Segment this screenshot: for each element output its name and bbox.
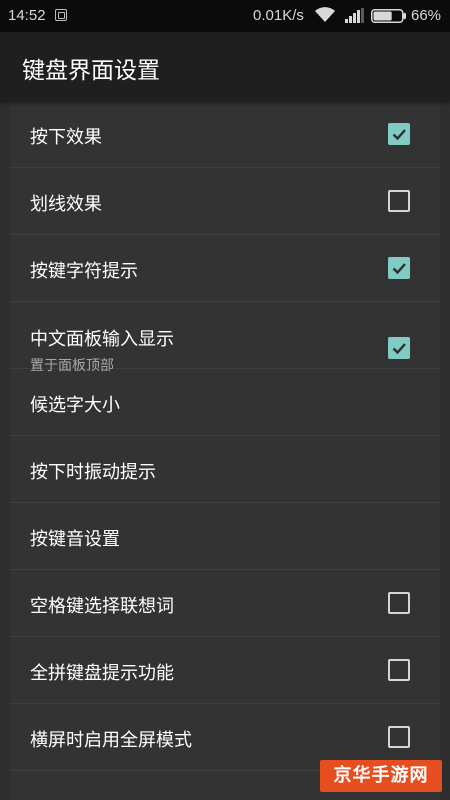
setting-space-select-prediction[interactable]: 空格键选择联想词 [10, 570, 440, 637]
space-select-prediction-checkbox[interactable] [388, 592, 410, 614]
status-bar: 14:52 0.01K/s 66% [0, 0, 450, 32]
setting-label: 横屏时启用全屏模式 [30, 730, 192, 751]
setting-label: 按键字符提示 [30, 261, 138, 282]
setting-vibration-hint[interactable]: 按下时振动提示 [10, 436, 440, 503]
signal-icon [345, 8, 365, 27]
full-pinyin-hint-checkbox[interactable] [388, 659, 410, 681]
landscape-fullscreen-checkbox[interactable] [388, 726, 410, 748]
setting-label: 中文面板输入显示 [30, 329, 174, 350]
key-char-hint-checkbox[interactable] [388, 257, 410, 279]
setting-label: 按下效果 [30, 127, 102, 148]
setting-candidate-size[interactable]: 候选字大小 [10, 369, 440, 436]
swipe-effect-checkbox[interactable] [388, 190, 410, 212]
setting-chinese-panel-display[interactable]: 中文面板输入显示 置于面板顶部 [10, 302, 440, 374]
press-effect-checkbox[interactable] [388, 123, 410, 145]
battery-percent: 66% [411, 7, 442, 24]
screenshot-notification-icon [55, 9, 67, 21]
setting-key-char-hint[interactable]: 按键字符提示 [10, 235, 440, 302]
setting-label: 划线效果 [30, 194, 102, 215]
setting-swipe-effect[interactable]: 划线效果 [10, 168, 440, 235]
setting-label: 按键音设置 [30, 529, 120, 550]
checkmark-icon [392, 343, 406, 355]
settings-list[interactable]: 按下效果 划线效果 按键字符提示 中文面板输入显示 置于面板顶部 候选字大小 按… [10, 101, 440, 800]
setting-key-sound[interactable]: 按键音设置 [10, 503, 440, 570]
checkmark-icon [392, 263, 406, 275]
watermark-logo: 京华手游网 [320, 760, 442, 792]
page-title: 键盘界面设置 [22, 58, 160, 84]
setting-press-effect[interactable]: 按下效果 [10, 101, 440, 168]
battery-icon [371, 9, 407, 27]
setting-label: 按下时振动提示 [30, 462, 156, 483]
app-bar: 键盘界面设置 [0, 32, 450, 101]
wifi-icon [314, 6, 336, 28]
checkmark-icon [392, 129, 406, 141]
status-time: 14:52 [8, 7, 46, 24]
setting-full-pinyin-hint[interactable]: 全拼键盘提示功能 [10, 637, 440, 704]
chinese-panel-display-checkbox[interactable] [388, 337, 410, 359]
setting-label: 候选字大小 [30, 395, 120, 416]
network-speed: 0.01K/s [253, 7, 304, 24]
setting-label: 空格键选择联想词 [30, 596, 174, 617]
setting-label: 全拼键盘提示功能 [30, 663, 174, 684]
